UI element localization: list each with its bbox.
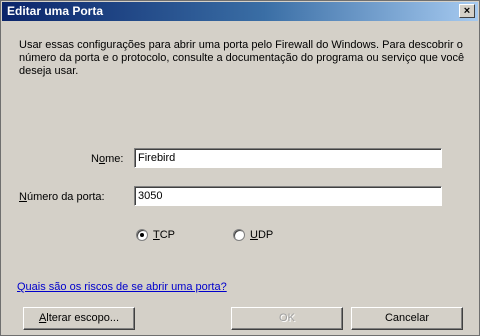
ok-button[interactable]: OK — [231, 307, 343, 330]
title-bar[interactable]: Editar uma Porta × — [2, 2, 478, 21]
tcp-radio-label: TCP — [153, 229, 176, 241]
tcp-radio[interactable]: TCP — [136, 229, 175, 241]
tcp-radio-indicator[interactable] — [136, 229, 148, 241]
udp-radio[interactable]: UDP — [233, 229, 273, 241]
name-label: Nome: — [91, 153, 124, 165]
close-icon: × — [463, 5, 471, 17]
change-scope-button[interactable]: Alterar escopo... — [23, 307, 135, 330]
port-number-input[interactable] — [134, 186, 442, 206]
name-input[interactable] — [134, 148, 442, 168]
risks-link[interactable]: Quais são os riscos de se abrir uma port… — [17, 281, 227, 293]
close-button[interactable]: × — [459, 4, 475, 18]
port-number-label: Número da porta: — [19, 191, 105, 203]
dialog-title: Editar uma Porta — [7, 4, 104, 18]
description-text: Usar essas configurações para abrir uma … — [19, 39, 465, 77]
cancel-button[interactable]: Cancelar — [351, 307, 463, 330]
udp-radio-label: UDP — [250, 229, 274, 241]
udp-radio-indicator[interactable] — [233, 229, 245, 241]
edit-port-dialog: Editar uma Porta × Usar essas configuraç… — [0, 0, 480, 336]
